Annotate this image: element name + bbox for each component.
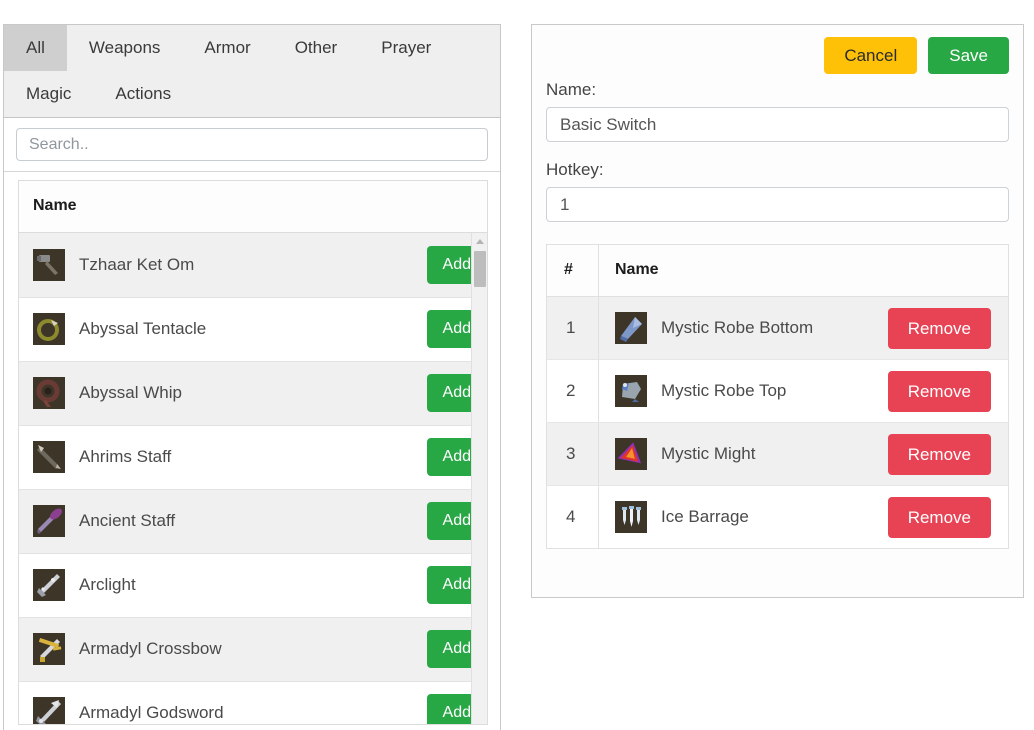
row-number: 3 <box>546 422 599 486</box>
item-label: Armadyl Crossbow <box>79 639 222 658</box>
tab-row-primary: All Weapons Armor Other Prayer <box>4 25 500 71</box>
remove-button[interactable]: Remove <box>887 433 991 475</box>
tab-other[interactable]: Other <box>273 25 360 71</box>
item-cell: Tzhaar Ket Om <box>19 233 407 298</box>
table-row[interactable]: Armadyl Godsword Add <box>19 681 487 724</box>
item-cell: Ancient Staff <box>19 489 407 554</box>
item-cell: Armadyl Crossbow <box>19 617 407 682</box>
table-row[interactable]: 1 Mystic Robe Bottom Remove <box>546 296 1009 360</box>
item-label: Mystic Might <box>661 444 756 463</box>
ancient-staff-icon <box>33 505 65 537</box>
tab-actions[interactable]: Actions <box>93 71 193 117</box>
item-cell: Mystic Might <box>598 422 879 486</box>
save-button[interactable]: Save <box>928 37 1009 74</box>
mystic-robe-bottom-icon <box>615 312 647 344</box>
selected-items-table: # Name 1 Mystic Robe Bottom Remove 2 Mys… <box>546 244 1009 549</box>
name-input[interactable] <box>546 107 1009 142</box>
armadyl-godsword-icon <box>33 697 65 724</box>
scroll-up-arrow-icon[interactable] <box>472 233 487 249</box>
table-row[interactable]: 3 Mystic Might Remove <box>546 422 1009 486</box>
remove-button[interactable]: Remove <box>887 370 991 412</box>
item-label: Tzhaar Ket Om <box>79 254 195 274</box>
item-cell: Abyssal Tentacle <box>19 297 407 362</box>
item-label: Abyssal Tentacle <box>79 319 207 338</box>
mystic-robe-top-icon <box>615 375 647 407</box>
ahrims-staff-icon <box>33 441 65 473</box>
table-header-row: # Name <box>546 244 1009 297</box>
item-label: Ice Barrage <box>661 507 749 526</box>
tab-armor[interactable]: Armor <box>182 25 272 71</box>
table-row[interactable]: Ahrims Staff Add <box>19 425 487 490</box>
row-number: 1 <box>546 296 599 360</box>
table-row[interactable]: Abyssal Tentacle Add <box>19 297 487 362</box>
column-header-name: Name <box>18 180 488 233</box>
form-actions: Cancel Save <box>546 37 1009 74</box>
item-label: Abyssal Whip <box>79 383 182 402</box>
hotkey-input[interactable] <box>546 187 1009 222</box>
item-list-scrollbar[interactable] <box>471 233 487 724</box>
table-row[interactable]: Tzhaar Ket Om Add <box>19 233 487 298</box>
hotkey-field-label: Hotkey: <box>546 160 604 179</box>
item-cell: Armadyl Godsword <box>19 681 407 724</box>
item-list-table: Tzhaar Ket Om Add Abyssal Tentacle Add A… <box>19 233 487 724</box>
armadyl-crossbow-icon <box>33 633 65 665</box>
item-list-scroll-region[interactable]: Tzhaar Ket Om Add Abyssal Tentacle Add A… <box>18 233 488 725</box>
item-browser-panel: All Weapons Armor Other Prayer Magic Act… <box>3 24 501 730</box>
tzhaar-ket-om-icon <box>33 248 65 281</box>
tab-row-secondary: Magic Actions <box>4 71 500 117</box>
row-number: 4 <box>546 485 599 549</box>
table-row[interactable]: 4 Ice Barrage Remove <box>546 485 1009 549</box>
item-cell: Abyssal Whip <box>19 361 407 426</box>
arclight-icon <box>33 569 65 601</box>
search-bar <box>4 118 500 172</box>
tab-prayer[interactable]: Prayer <box>359 25 453 71</box>
item-cell: Mystic Robe Bottom <box>598 296 879 360</box>
item-cell: Mystic Robe Top <box>598 359 879 423</box>
remove-cell: Remove <box>878 359 1009 423</box>
item-label: Ancient Staff <box>79 511 176 530</box>
cancel-button[interactable]: Cancel <box>824 37 918 74</box>
setup-editor-panel: Cancel Save Name: Hotkey: # Name 1 <box>531 24 1024 598</box>
scrollbar-thumb[interactable] <box>474 251 486 287</box>
item-label: Ahrims Staff <box>79 447 172 466</box>
remove-cell: Remove <box>878 422 1009 486</box>
item-cell: Ahrims Staff <box>19 425 407 490</box>
remove-cell: Remove <box>879 486 1009 549</box>
remove-button[interactable]: Remove <box>887 307 991 349</box>
app-root: All Weapons Armor Other Prayer Magic Act… <box>0 0 1034 730</box>
table-header-row: Name <box>18 180 488 233</box>
column-header-number: # <box>546 244 599 297</box>
column-header-name: Name <box>598 244 1009 297</box>
item-list-header-table: Name <box>18 180 488 233</box>
item-label: Mystic Robe Top <box>661 381 787 400</box>
item-cell: Ice Barrage <box>599 486 879 549</box>
table-row[interactable]: 2 Mystic Robe Top Remove <box>546 359 1009 423</box>
table-row[interactable]: Arclight Add <box>19 553 487 618</box>
table-row[interactable]: Armadyl Crossbow Add <box>19 617 487 682</box>
item-label: Mystic Robe Bottom <box>661 318 814 337</box>
category-tabbar: All Weapons Armor Other Prayer Magic Act… <box>4 25 500 118</box>
search-input[interactable] <box>16 128 488 161</box>
item-label: Armadyl Godsword <box>79 703 224 722</box>
abyssal-tentacle-icon <box>33 313 65 345</box>
tab-weapons[interactable]: Weapons <box>67 25 183 71</box>
mystic-might-icon <box>615 438 647 470</box>
item-label: Arclight <box>79 575 136 594</box>
table-row[interactable]: Abyssal Whip Add <box>19 361 487 426</box>
item-cell: Arclight <box>19 553 407 618</box>
tab-magic[interactable]: Magic <box>4 71 93 117</box>
ice-barrage-icon <box>615 501 647 533</box>
table-row[interactable]: Ancient Staff Add <box>19 489 487 554</box>
remove-cell: Remove <box>878 296 1009 360</box>
tab-all[interactable]: All <box>4 25 67 71</box>
remove-button[interactable]: Remove <box>887 496 991 538</box>
row-number: 2 <box>546 359 599 423</box>
abyssal-whip-icon <box>33 377 65 409</box>
name-field-label: Name: <box>546 80 597 99</box>
item-list-container: Name Tzhaar Ket Om Add Abyssal Tentacle … <box>4 172 500 725</box>
